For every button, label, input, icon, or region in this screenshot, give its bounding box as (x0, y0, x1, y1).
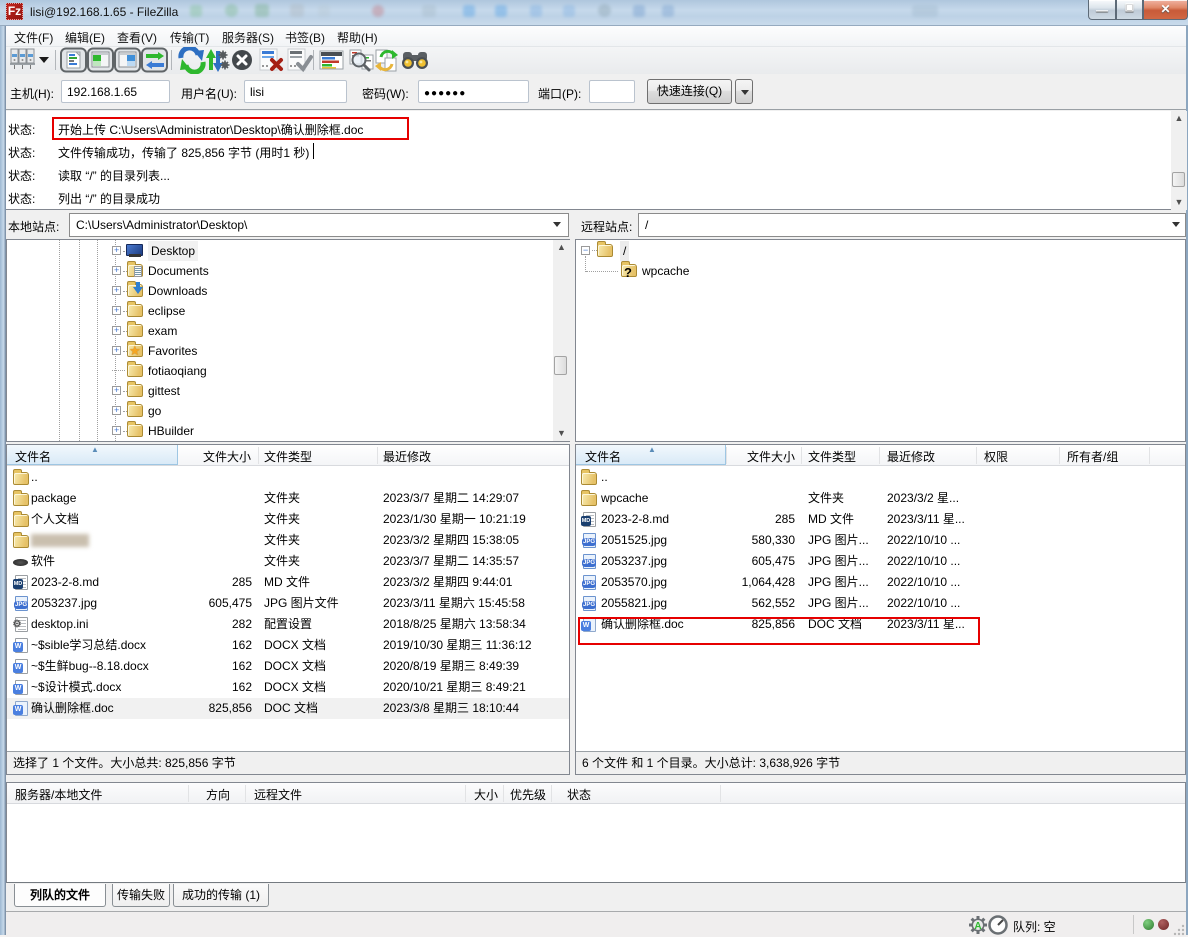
svg-text:A: A (974, 921, 981, 932)
